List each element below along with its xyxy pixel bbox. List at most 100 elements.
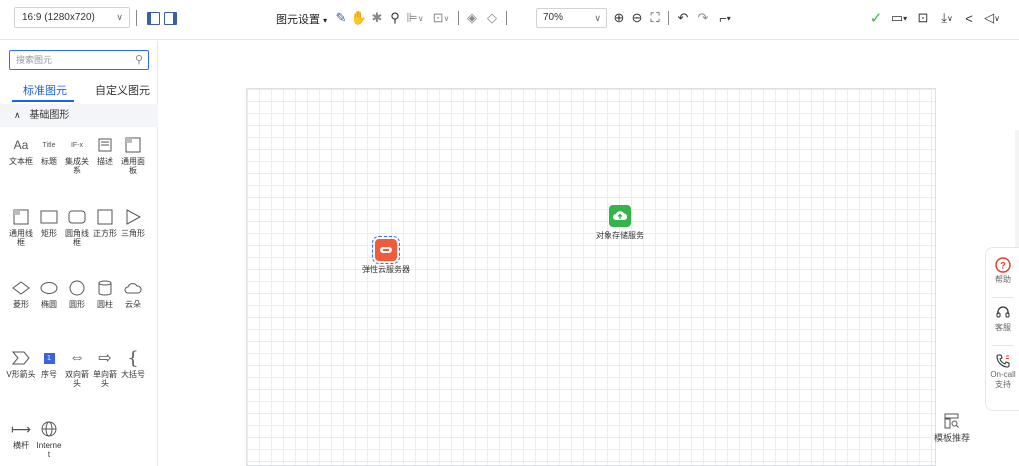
- right-panel-icon: [163, 11, 177, 25]
- left-panel-toggle[interactable]: [146, 10, 160, 26]
- template-recommend-button[interactable]: 模板推荐: [927, 413, 977, 444]
- check-icon[interactable]: ✓: [868, 10, 884, 27]
- template-recommend-label: 模板推荐: [933, 433, 970, 443]
- shape-label: 横杆: [13, 441, 29, 450]
- drawing-canvas[interactable]: 弹性云服务器 对象存储服务: [246, 88, 936, 466]
- shape-label: 描述: [97, 157, 113, 166]
- format-painter-icon[interactable]: ✱: [370, 10, 384, 26]
- horizontal-bar-icon: ⟼: [10, 420, 32, 437]
- phone-support-icon: [986, 352, 1019, 370]
- help-icon: ?: [986, 256, 1019, 274]
- redo-icon[interactable]: ↷: [696, 10, 710, 26]
- section-basic-shapes[interactable]: ∧ 基础图形: [0, 104, 158, 127]
- shape-square[interactable]: 正方形: [90, 207, 120, 238]
- layer-down-icon[interactable]: ◇: [485, 10, 499, 26]
- share-icon[interactable]: <: [962, 10, 976, 26]
- shape-description[interactable]: 描述: [90, 135, 120, 166]
- shape-horizontal-bar[interactable]: ⟼ 横杆: [6, 419, 36, 451]
- shape-ellipse[interactable]: 椭圆: [34, 278, 64, 309]
- undo-icon[interactable]: ↶: [676, 10, 690, 26]
- help-button[interactable]: ? 帮助: [986, 256, 1019, 285]
- connector-icon[interactable]: ⌐ ▾: [715, 10, 735, 26]
- download-icon[interactable]: ⤓ ∨: [936, 10, 958, 26]
- ecs-server-icon[interactable]: [372, 236, 400, 264]
- tab-standard-shapes[interactable]: 标准图元: [23, 82, 67, 98]
- title-icon: Title: [42, 141, 56, 149]
- search-icon[interactable]: ⚲: [135, 51, 143, 69]
- layer-up-icon[interactable]: ◈: [465, 10, 479, 26]
- brace-icon: {: [127, 347, 139, 369]
- shape-rectangle[interactable]: 矩形: [34, 207, 64, 238]
- shape-label: 圆柱: [97, 300, 113, 309]
- shape-panel[interactable]: 通用面板: [118, 135, 148, 175]
- circle-icon: [62, 278, 92, 298]
- help-float-bar: ? 帮助 客服 On-call支持: [985, 247, 1019, 411]
- shape-internet[interactable]: Internet: [34, 419, 64, 459]
- canvas-node-obs[interactable]: 对象存储服务: [585, 205, 655, 241]
- help-label: 帮助: [995, 275, 1011, 284]
- square-icon: [90, 207, 120, 227]
- shape-rounded-rect[interactable]: 圆角线框: [62, 207, 92, 247]
- export-image-icon[interactable]: ⊡: [916, 10, 930, 26]
- tab-custom-shapes[interactable]: 自定义图元: [95, 82, 150, 98]
- shape-label: 三角形: [121, 229, 145, 238]
- shape-label: 通用面板: [121, 157, 145, 175]
- align-icon[interactable]: ⊫ ∨: [405, 10, 425, 26]
- canvas-ratio-select[interactable]: 16:9 (1280x720) ∨: [14, 7, 130, 28]
- save-icon[interactable]: ▭ ▾: [888, 10, 910, 26]
- on-call-support-button[interactable]: On-call支持: [986, 352, 1019, 390]
- shape-tabs: 标准图元 自定义图元: [0, 78, 158, 102]
- panel-icon: [118, 135, 148, 155]
- shape-text-box[interactable]: Aa 文本框: [6, 135, 36, 166]
- text-box-icon: Aa: [13, 138, 29, 152]
- canvas-area[interactable]: 弹性云服务器 对象存储服务: [159, 41, 1019, 466]
- section-title: 基础图形: [29, 110, 70, 121]
- shape-single-arrow[interactable]: ⇨ 单向箭头: [90, 348, 120, 388]
- shape-diamond[interactable]: 菱形: [6, 278, 36, 309]
- shape-double-arrow[interactable]: ⇔ 双向箭头: [62, 348, 92, 388]
- shape-cloud[interactable]: 云朵: [118, 278, 148, 309]
- shape-cylinder[interactable]: 圆柱: [90, 278, 120, 309]
- cloud-icon: [118, 278, 148, 298]
- pin-icon[interactable]: ⚲: [388, 10, 402, 26]
- divider: [992, 297, 1014, 298]
- hand-icon[interactable]: ✋: [351, 10, 367, 26]
- node-label: 对象存储服务: [596, 231, 644, 240]
- send-icon[interactable]: ◁ ∨: [980, 10, 1004, 26]
- toolbar: 16:9 (1280x720) ∨ 图元设置 ▾ ✎ ✋ ✱ ⚲ ⊫ ∨ ⊡ ∨ ◈…: [0, 0, 1019, 40]
- search-input[interactable]: 搜索图元 ⚲: [9, 50, 149, 70]
- canvas-node-ecs[interactable]: 弹性云服务器: [351, 236, 421, 275]
- shape-label: 大括号: [121, 370, 145, 379]
- chevron-arrow-icon: [6, 348, 36, 368]
- zoom-value: 70%: [543, 12, 564, 23]
- rounded-rect-icon: [62, 207, 92, 227]
- customer-service-button[interactable]: 客服: [986, 304, 1019, 333]
- divider: [992, 345, 1014, 346]
- integration-icon: IF-x: [70, 141, 84, 149]
- shape-label: 序号: [41, 370, 57, 379]
- right-panel-toggle[interactable]: [163, 10, 177, 26]
- customer-service-icon: [986, 304, 1019, 322]
- shape-label: 圆角线框: [65, 229, 89, 247]
- brush-icon[interactable]: ✎: [334, 10, 348, 26]
- obs-storage-icon[interactable]: [609, 205, 631, 227]
- shape-label: 文本框: [9, 157, 33, 166]
- shape-integration[interactable]: IF-x 集成关系: [62, 135, 92, 176]
- shape-brace[interactable]: { 大括号: [118, 347, 148, 380]
- shape-triangle[interactable]: 三角形: [118, 207, 148, 238]
- zoom-select[interactable]: 70% ∨: [536, 8, 607, 28]
- shape-title[interactable]: Title 标题: [34, 135, 64, 167]
- diamond-icon: [6, 278, 36, 298]
- shape-sequence-number[interactable]: 1 序号: [34, 348, 64, 379]
- fit-screen-icon[interactable]: ⛶: [648, 10, 662, 26]
- element-settings-menu[interactable]: 图元设置 ▾: [276, 11, 327, 27]
- cylinder-icon: [90, 278, 120, 298]
- shape-circle[interactable]: 圆形: [62, 278, 92, 309]
- shape-chevron-arrow[interactable]: V形箭头: [6, 348, 36, 379]
- toolbar-divider: [506, 11, 507, 25]
- zoom-out-icon[interactable]: ⊖: [630, 10, 644, 26]
- group-icon[interactable]: ⊡ ∨: [431, 10, 451, 26]
- shape-wireframe[interactable]: 通用线框: [6, 207, 36, 247]
- shape-library-sidebar: 搜索图元 ⚲ 标准图元 自定义图元 ∧ 基础图形 Aa 文本框 Title 标题…: [0, 41, 158, 466]
- zoom-in-icon[interactable]: ⊕: [612, 10, 626, 26]
